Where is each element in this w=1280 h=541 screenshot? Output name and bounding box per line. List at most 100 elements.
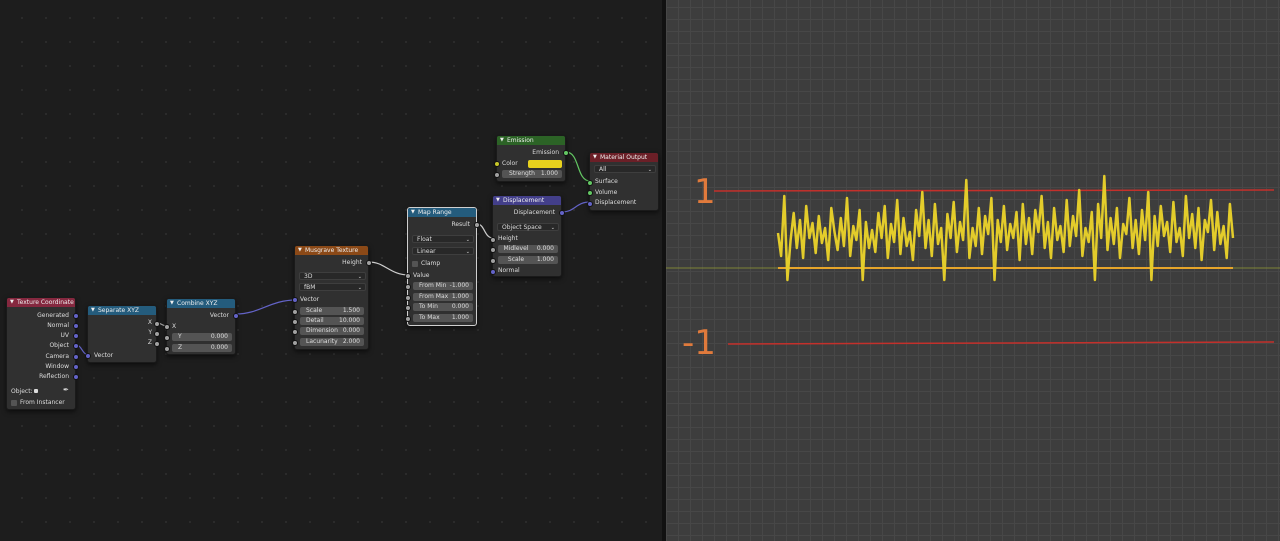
socket-z-in[interactable] <box>164 346 170 352</box>
collapse-chevron-icon[interactable]: ▼ <box>170 299 174 308</box>
collapse-chevron-icon[interactable]: ▼ <box>500 136 504 145</box>
socket-vector-out[interactable] <box>233 313 239 319</box>
dimension-field[interactable]: Dimension 0.000 <box>300 327 364 335</box>
3d-viewport[interactable]: 1 -1 <box>666 0 1280 541</box>
output-object: Object <box>49 342 69 349</box>
socket-z[interactable] <box>154 341 160 347</box>
socket-camera[interactable] <box>73 354 79 360</box>
lacunarity-field[interactable]: Lacunarity 2.000 <box>300 338 364 346</box>
detail-field[interactable]: Detail 10.000 <box>300 317 364 325</box>
socket-y-in[interactable] <box>164 335 170 341</box>
musgrave-texture-node[interactable]: ▼ Musgrave Texture Height 3D ⌄ fBM ⌄ Vector… <box>292 245 372 350</box>
input-value: Value <box>413 272 430 279</box>
texture-coordinate-node[interactable]: ▼ Texture Coordinate Generated Normal UV … <box>6 297 79 410</box>
socket-strength-in[interactable] <box>494 172 500 178</box>
link-vector-to-musgrave <box>235 299 297 315</box>
data-type-dropdown[interactable]: Float ⌄ <box>412 235 474 243</box>
map-range-node[interactable]: ▼ Map Range Result Float ⌄ Linear ⌄ Clamp V… <box>405 207 480 326</box>
chevron-down-icon: ⌄ <box>550 225 555 231</box>
output-result: Result <box>451 221 470 228</box>
socket-y[interactable] <box>154 331 160 337</box>
socket-lacunarity-in[interactable] <box>292 340 298 346</box>
from-max-field[interactable]: From Max 1.000 <box>413 293 473 301</box>
map-range-header[interactable]: ▼ Map Range <box>408 208 476 217</box>
socket-height-out[interactable] <box>366 260 372 266</box>
socket-dimension-in[interactable] <box>292 329 298 335</box>
input-normal: Normal <box>498 267 520 274</box>
socket-generated[interactable] <box>73 313 79 319</box>
socket-window[interactable] <box>73 364 79 370</box>
clamp-checkbox[interactable] <box>412 261 418 267</box>
emission-header[interactable]: ▼ Emission <box>497 136 565 145</box>
viewport-drawing <box>666 174 1280 345</box>
separate-xyz-header[interactable]: ▼ Separate XYZ <box>88 306 156 315</box>
musgrave-type-dropdown[interactable]: fBM ⌄ <box>299 283 366 291</box>
to-min-field[interactable]: To Min 0.000 <box>413 303 473 311</box>
socket-detail-in[interactable] <box>292 319 298 325</box>
socket-normal-in[interactable] <box>490 269 496 275</box>
socket-vector-in[interactable] <box>85 353 91 359</box>
socket-normal[interactable] <box>73 323 79 329</box>
socket-height-in[interactable] <box>490 237 496 243</box>
collapse-chevron-icon[interactable]: ▼ <box>593 153 597 162</box>
output-z: Z <box>147 339 152 346</box>
socket-color-in[interactable] <box>494 161 500 167</box>
combine-xyz-header[interactable]: ▼ Combine XYZ <box>167 299 235 308</box>
y-field[interactable]: Y 0.000 <box>172 333 232 341</box>
eyedropper-icon[interactable]: ✒ <box>63 386 69 394</box>
midlevel-field[interactable]: Midlevel 0.000 <box>498 245 558 253</box>
socket-to-max-in[interactable] <box>405 316 411 322</box>
displacement-node[interactable]: ▼ Displacement Displacement Object Space ⌄… <box>490 195 565 277</box>
separate-xyz-node[interactable]: ▼ Separate XYZ X Y Z Vector <box>85 305 160 363</box>
collapse-chevron-icon[interactable]: ▼ <box>411 208 415 217</box>
chevron-down-icon: ⌄ <box>465 237 470 243</box>
from-instancer-checkbox[interactable] <box>11 400 17 406</box>
collapse-chevron-icon[interactable]: ▼ <box>298 246 302 255</box>
socket-midlevel-in[interactable] <box>490 247 496 253</box>
dimensions-dropdown[interactable]: 3D ⌄ <box>299 272 366 280</box>
z-field[interactable]: Z 0.000 <box>172 344 232 352</box>
musgrave-header[interactable]: ▼ Musgrave Texture <box>295 246 368 255</box>
socket-from-min-in[interactable] <box>405 284 411 290</box>
emission-node[interactable]: ▼ Emission Emission Color Strength 1.000 <box>494 135 569 182</box>
space-dropdown[interactable]: Object Space ⌄ <box>497 223 559 231</box>
target-dropdown[interactable]: All ⌄ <box>594 165 656 173</box>
input-volume: Volume <box>595 189 618 196</box>
socket-displacement-out[interactable] <box>559 210 565 216</box>
to-max-field[interactable]: To Max 1.000 <box>413 314 473 322</box>
socket-value-in[interactable] <box>405 273 411 279</box>
material-output-header[interactable]: ▼ Material Output <box>590 153 658 162</box>
object-cube-icon[interactable] <box>34 389 38 393</box>
socket-vector-in[interactable] <box>292 297 298 303</box>
collapse-chevron-icon[interactable]: ▼ <box>10 298 14 307</box>
material-output-node[interactable]: ▼ Material Output All ⌄ Surface Volume Dis… <box>587 152 659 211</box>
socket-emission-out[interactable] <box>563 150 569 156</box>
collapse-chevron-icon[interactable]: ▼ <box>496 196 500 205</box>
socket-uv[interactable] <box>73 333 79 339</box>
color-swatch[interactable] <box>528 160 562 168</box>
collapse-chevron-icon[interactable]: ▼ <box>91 306 95 315</box>
socket-reflection[interactable] <box>73 374 79 380</box>
socket-object[interactable] <box>73 343 79 349</box>
object-label: Object: <box>11 388 33 395</box>
socket-displacement-in[interactable] <box>587 201 593 207</box>
socket-from-max-in[interactable] <box>405 295 411 301</box>
texture-coordinate-header[interactable]: ▼ Texture Coordinate <box>7 298 75 307</box>
scale-field[interactable]: Scale 1.000 <box>498 256 558 264</box>
socket-volume-in[interactable] <box>587 190 593 196</box>
strength-field[interactable]: Strength 1.000 <box>502 170 562 178</box>
socket-to-min-in[interactable] <box>405 305 411 311</box>
scale-field[interactable]: Scale 1.500 <box>300 307 364 315</box>
socket-result-out[interactable] <box>474 222 480 228</box>
socket-x-in[interactable] <box>164 324 170 330</box>
socket-scale-in[interactable] <box>292 309 298 315</box>
interpolation-dropdown[interactable]: Linear ⌄ <box>412 247 474 255</box>
socket-scale-in[interactable] <box>490 258 496 264</box>
displacement-header[interactable]: ▼ Displacement <box>493 196 561 205</box>
output-displacement: Displacement <box>513 209 555 216</box>
combine-xyz-node[interactable]: ▼ Combine XYZ Vector X Y 0.000 Z 0.000 <box>164 298 239 355</box>
node-editor[interactable]: ▼ Texture Coordinate Generated Normal UV … <box>0 0 662 541</box>
socket-surface-in[interactable] <box>587 180 593 186</box>
socket-x[interactable] <box>154 321 160 327</box>
from-min-field[interactable]: From Min -1.000 <box>413 282 473 290</box>
